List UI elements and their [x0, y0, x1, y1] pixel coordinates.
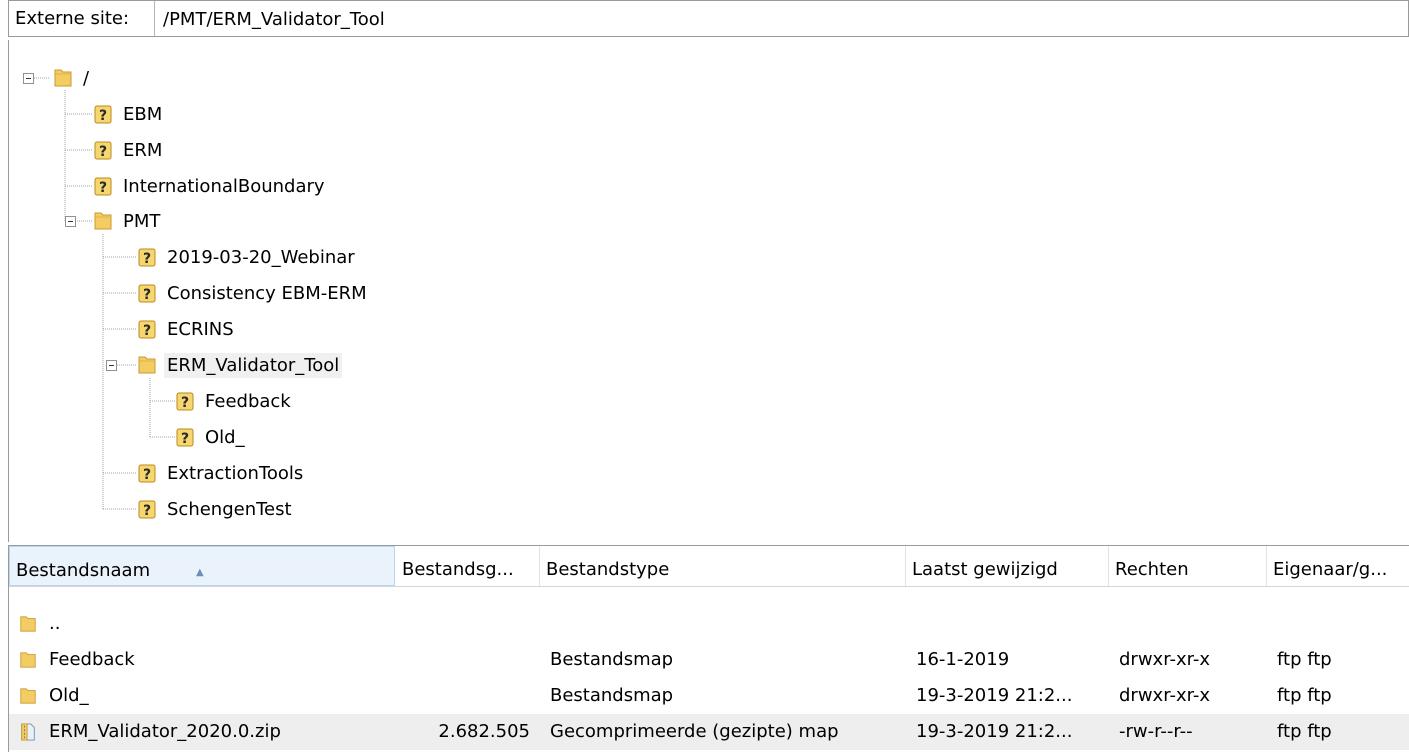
table-row-zip[interactable]: ERM_Validator_2020.0.zip 2.682.505 Gecom…: [9, 714, 1409, 750]
file-name: ..: [49, 613, 61, 634]
unknown-folder-icon: ?: [176, 428, 194, 447]
remote-site-label: Externe site:: [9, 1, 155, 36]
folder-icon: [20, 652, 36, 668]
tree-node-label: ECRINS: [167, 318, 234, 340]
tree-node-label: 2019-03-20_Webinar: [167, 246, 355, 268]
file-type: Bestandsmap: [550, 685, 674, 706]
unknown-folder-icon: ?: [138, 284, 156, 303]
collapse-erm-validator-toggle[interactable]: [106, 360, 117, 371]
column-header-label: Laatst gewijzigd: [912, 559, 1058, 580]
column-header-permissions[interactable]: Rechten: [1109, 546, 1267, 586]
table-row-feedback[interactable]: Feedback Bestandsmap 16-1-2019 drwxr-xr-…: [9, 642, 1409, 678]
tree-node-label: InternationalBoundary: [123, 175, 325, 197]
svg-text:?: ?: [143, 323, 151, 339]
table-row-parent[interactable]: ..: [9, 606, 1409, 642]
tree-node-label: /: [83, 67, 90, 89]
remote-file-list[interactable]: ▲ Bestandsnaam Bestandsg... Bestandstype…: [8, 545, 1409, 752]
tree-node-schengentest[interactable]: ? SchengenTest: [137, 492, 295, 526]
svg-text:?: ?: [143, 287, 151, 303]
svg-text:?: ?: [143, 503, 151, 519]
file-modified: 19-3-2019 21:2...: [916, 685, 1073, 706]
file-name: Feedback: [49, 649, 135, 670]
folder-icon: [138, 356, 156, 374]
unknown-folder-icon: ?: [94, 105, 112, 124]
unknown-folder-icon: ?: [176, 392, 194, 411]
svg-text:?: ?: [99, 144, 107, 160]
column-header-label: Bestandstype: [546, 559, 670, 580]
unknown-folder-icon: ?: [138, 500, 156, 519]
file-modified: 19-3-2019 21:2...: [916, 721, 1073, 742]
tree-node-root[interactable]: /: [53, 61, 92, 95]
sort-ascending-icon: ▲: [196, 567, 204, 578]
svg-text:?: ?: [99, 108, 107, 124]
folder-icon: [94, 212, 112, 230]
svg-text:?: ?: [143, 467, 151, 483]
file-size: [396, 678, 530, 714]
tree-node-label: PMT: [123, 210, 161, 232]
file-name: Old_: [49, 685, 89, 706]
collapse-pmt-toggle[interactable]: [65, 216, 76, 227]
zip-file-icon: [21, 723, 35, 741]
column-header-label: Eigenaar/g...: [1273, 559, 1388, 580]
remote-path-input[interactable]: [155, 1, 1408, 38]
tree-node-internationalboundary[interactable]: ? InternationalBoundary: [93, 169, 328, 203]
tree-node-label: EBM: [123, 103, 163, 125]
svg-text:?: ?: [99, 180, 107, 196]
tree-node-ecrins[interactable]: ? ECRINS: [137, 312, 237, 346]
tree-node-ebm[interactable]: ? EBM: [93, 97, 165, 131]
folder-icon: [20, 616, 36, 632]
file-permissions: -rw-r--r--: [1119, 721, 1193, 742]
table-row-old[interactable]: Old_ Bestandsmap 19-3-2019 21:2... drwxr…: [9, 678, 1409, 714]
remote-site-path-bar: Externe site:: [8, 0, 1409, 38]
tree-node-label: ERM_Validator_Tool: [164, 352, 343, 378]
file-owner: ftp ftp: [1277, 685, 1332, 706]
unknown-folder-icon: ?: [138, 464, 156, 483]
file-permissions: drwxr-xr-x: [1119, 649, 1210, 670]
column-header-name[interactable]: ▲ Bestandsnaam: [9, 546, 395, 586]
tree-node-label: Feedback: [205, 390, 291, 412]
column-header-modified[interactable]: Laatst gewijzigd: [906, 546, 1109, 586]
folder-icon: [54, 69, 72, 87]
file-type: Gecomprimeerde (gezipte) map: [550, 721, 839, 742]
unknown-folder-icon: ?: [94, 141, 112, 160]
tree-node-old[interactable]: ? Old_: [175, 420, 248, 454]
column-header-size[interactable]: Bestandsg...: [396, 546, 540, 586]
tree-node-label: Old_: [205, 426, 245, 448]
file-modified: 16-1-2019: [916, 649, 1010, 670]
collapse-root-toggle[interactable]: [23, 73, 34, 84]
tree-node-feedback[interactable]: ? Feedback: [175, 384, 294, 418]
unknown-folder-icon: ?: [138, 320, 156, 339]
file-permissions: drwxr-xr-x: [1119, 685, 1210, 706]
tree-node-label: Consistency EBM-ERM: [167, 282, 367, 304]
tree-node-label: SchengenTest: [167, 498, 292, 520]
folder-icon: [20, 688, 36, 704]
tree-node-consistency[interactable]: ? Consistency EBM-ERM: [137, 276, 370, 310]
svg-text:?: ?: [143, 251, 151, 267]
unknown-folder-icon: ?: [94, 177, 112, 196]
svg-text:?: ?: [181, 431, 189, 447]
file-owner: ftp ftp: [1277, 721, 1332, 742]
file-list-header: ▲ Bestandsnaam Bestandsg... Bestandstype…: [9, 546, 1409, 587]
tree-node-pmt[interactable]: PMT: [93, 204, 163, 238]
column-header-owner[interactable]: Eigenaar/g...: [1267, 546, 1409, 586]
file-owner: ftp ftp: [1277, 649, 1332, 670]
column-header-label: Bestandsg...: [402, 559, 514, 580]
tree-node-erm-validator-tool[interactable]: ERM_Validator_Tool: [137, 348, 343, 382]
column-header-label: Rechten: [1115, 559, 1189, 580]
tree-node-erm[interactable]: ? ERM: [93, 133, 165, 167]
tree-node-label: ERM: [123, 139, 163, 161]
file-size: 2.682.505: [438, 721, 530, 742]
tree-node-webinar[interactable]: ? 2019-03-20_Webinar: [137, 240, 358, 274]
column-header-label: Bestandsnaam: [16, 560, 151, 581]
file-name: ERM_Validator_2020.0.zip: [49, 721, 281, 742]
tree-node-extractiontools[interactable]: ? ExtractionTools: [137, 456, 306, 490]
unknown-folder-icon: ?: [138, 248, 156, 267]
tree-node-label: ExtractionTools: [167, 462, 304, 484]
column-header-type[interactable]: Bestandstype: [540, 546, 906, 586]
remote-directory-tree[interactable]: / ? EBM ? ERM ? InternationalBoundary PM…: [8, 40, 1409, 542]
file-size: [396, 642, 530, 678]
file-type: Bestandsmap: [550, 649, 674, 670]
svg-text:?: ?: [181, 395, 189, 411]
